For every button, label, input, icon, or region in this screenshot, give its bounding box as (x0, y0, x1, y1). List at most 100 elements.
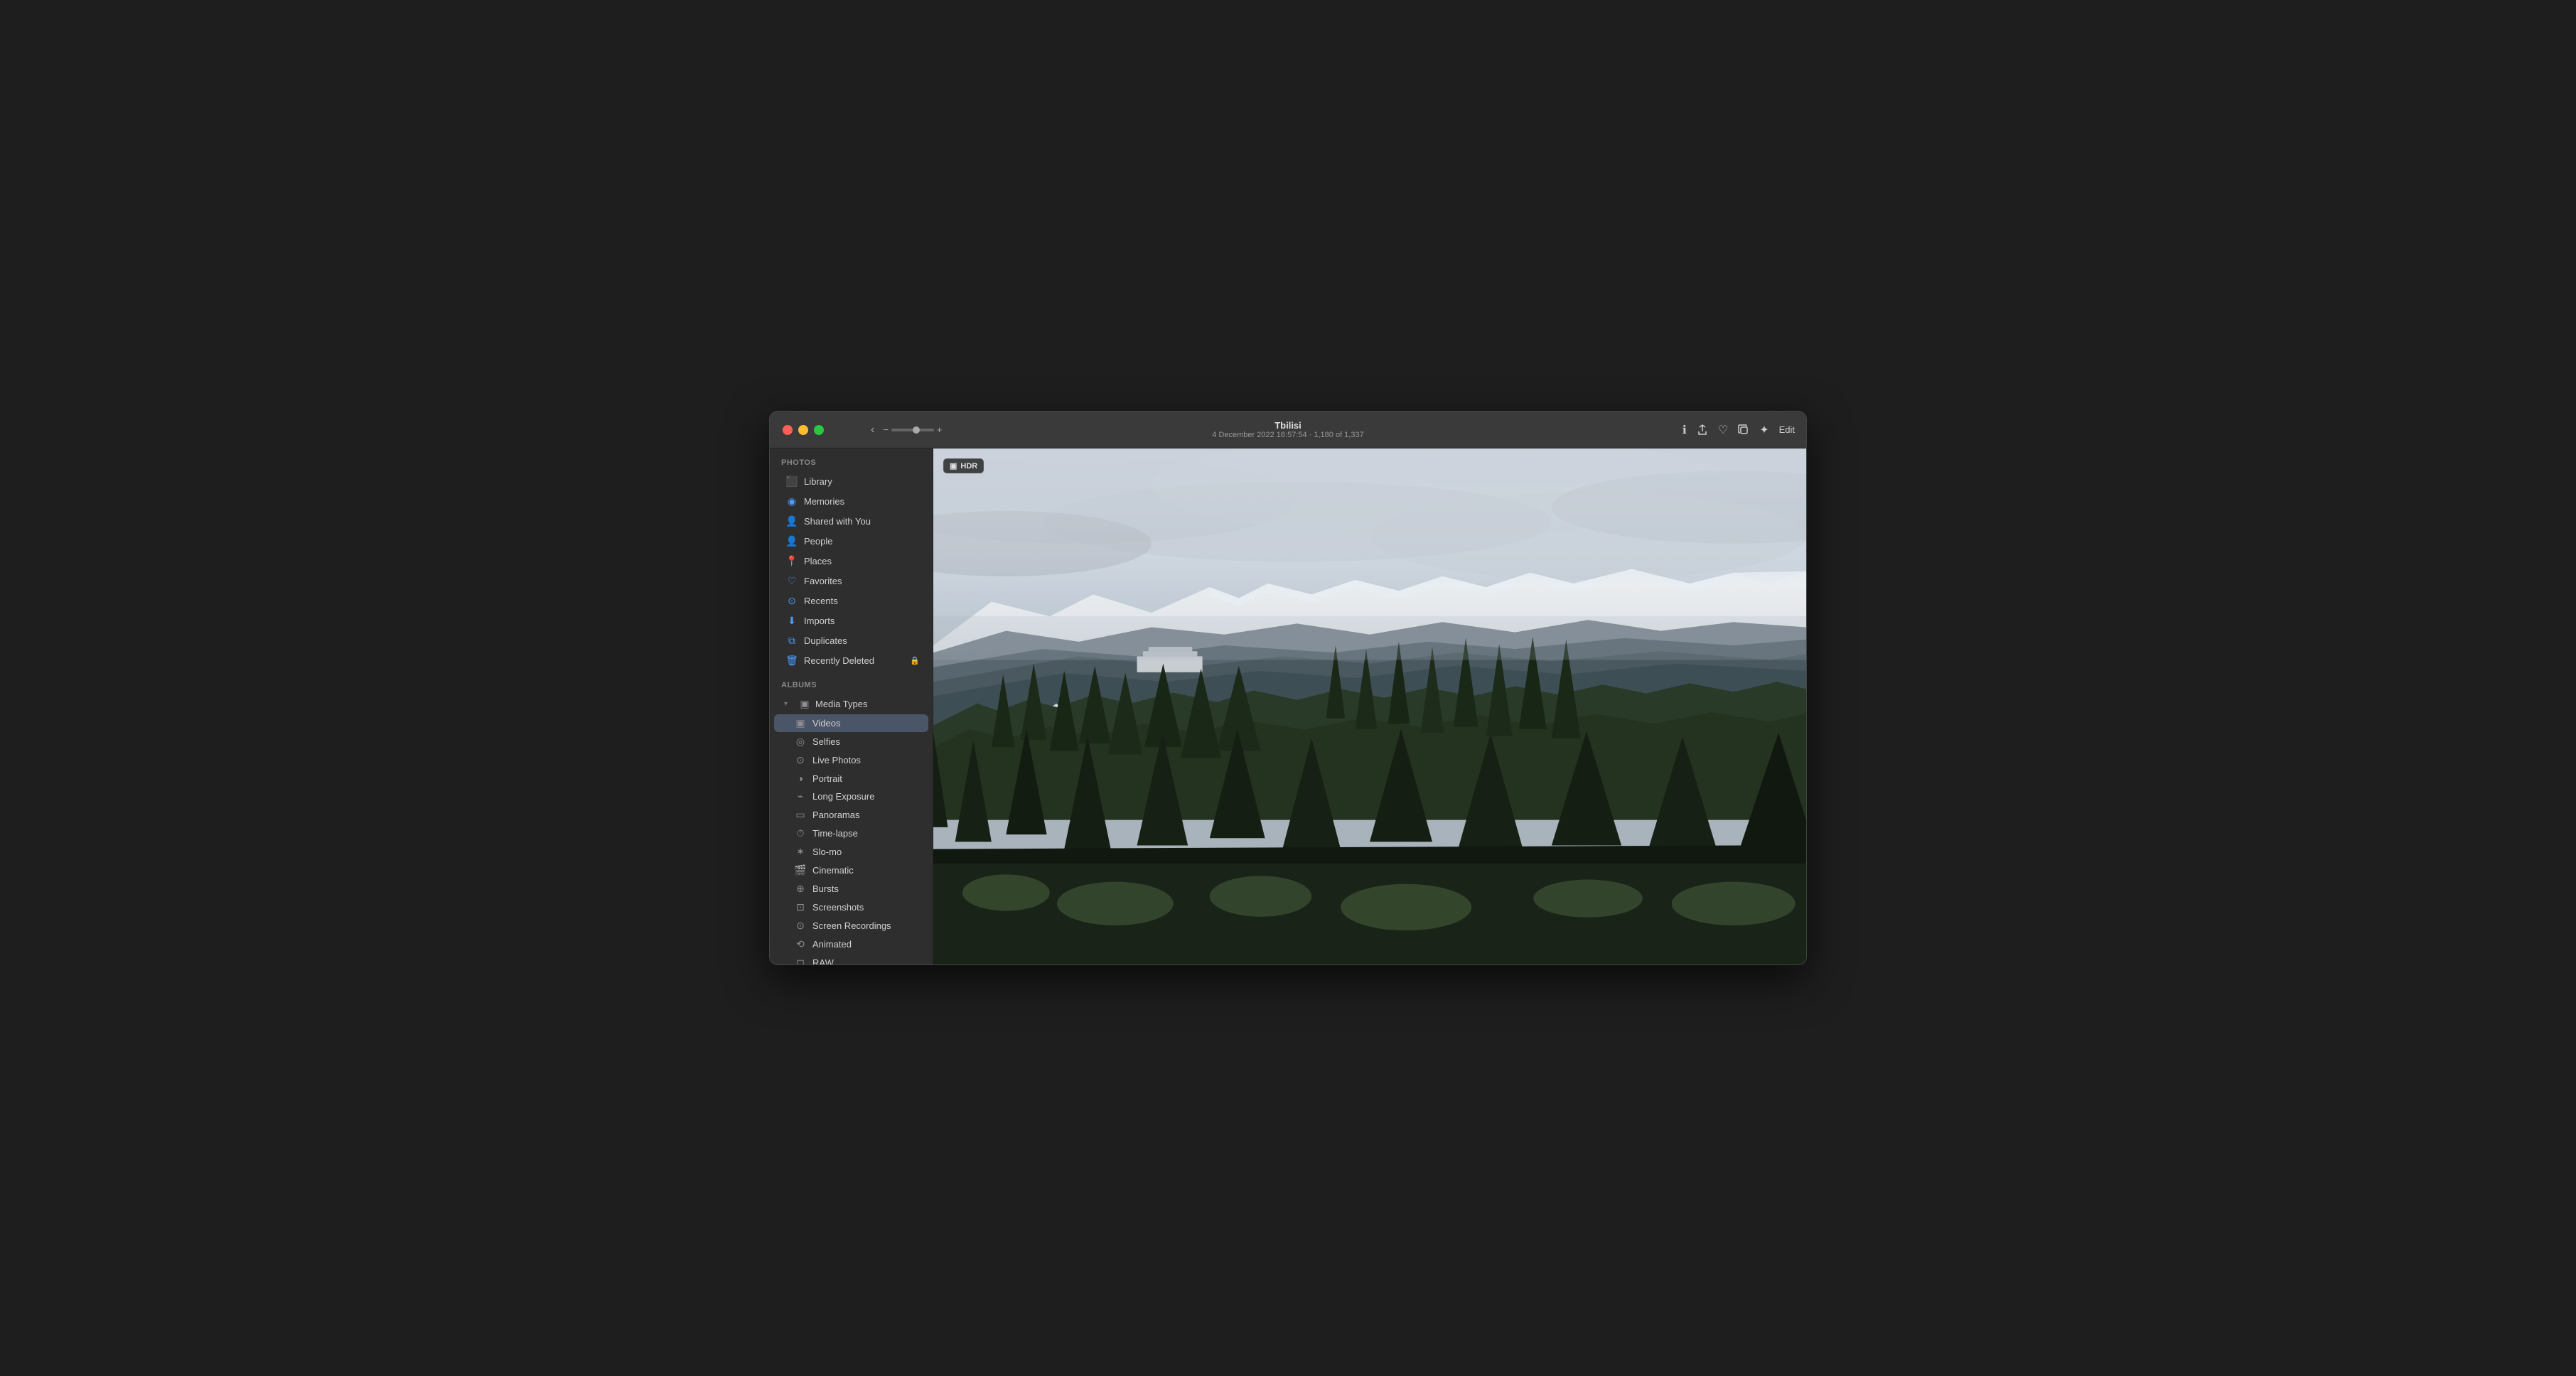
places-icon: 📍 (785, 555, 798, 567)
lock-icon: 🔒 (910, 656, 920, 665)
live-photos-label: Live Photos (812, 755, 861, 765)
trash-icon: 🗑 (785, 655, 798, 667)
sidebar-item-memories[interactable]: ◉ Memories (774, 492, 928, 511)
videos-icon: ▣ (794, 717, 807, 729)
titlebar: ‹ − + Tbilisi 4 December 2022 16:57:54 ·… (770, 412, 1806, 448)
photo-title: Tbilisi (1212, 420, 1363, 431)
hdr-tv-icon: ▣ (950, 461, 957, 471)
bursts-label: Bursts (812, 883, 839, 894)
long-exposure-icon: ⌁ (794, 790, 807, 802)
hdr-badge: ▣ HDR (943, 458, 984, 473)
media-types-label: Media Types (815, 699, 867, 709)
info-icon[interactable]: ℹ (1683, 423, 1687, 437)
hdr-label: HDR (960, 462, 977, 471)
recents-label: Recents (804, 596, 838, 606)
selfies-label: Selfies (812, 736, 840, 747)
magic-wand-icon[interactable]: ✦ (1759, 423, 1769, 437)
sidebar-item-bursts[interactable]: ⊕ Bursts (774, 880, 928, 898)
sidebar-item-slo-mo[interactable]: ✶ Slo-mo (774, 843, 928, 861)
recents-icon: ⊙ (785, 595, 798, 607)
screenshots-icon: ⊡ (794, 901, 807, 913)
sidebar: Photos ⬛ Library ◉ Memories 👤 Shared wit… (770, 448, 933, 964)
sidebar-item-library[interactable]: ⬛ Library (774, 472, 928, 491)
panoramas-icon: ▭ (794, 809, 807, 821)
sidebar-item-long-exposure[interactable]: ⌁ Long Exposure (774, 788, 928, 805)
photos-section-label: Photos (770, 448, 933, 471)
sidebar-item-screenshots[interactable]: ⊡ Screenshots (774, 898, 928, 916)
memories-icon: ◉ (785, 495, 798, 507)
sidebar-item-live-photos[interactable]: ⊙ Live Photos (774, 751, 928, 769)
photo-subtitle: 4 December 2022 16:57:54 · 1,180 of 1,33… (1212, 431, 1363, 439)
slo-mo-label: Slo-mo (812, 846, 842, 857)
time-lapse-icon: ⏱ (794, 827, 807, 839)
cinematic-label: Cinematic (812, 865, 854, 876)
photo-view: ▣ HDR (933, 448, 1806, 964)
screenshots-label: Screenshots (812, 902, 864, 913)
duplicates-icon: ⧉ (785, 635, 798, 647)
sidebar-item-portrait[interactable]: ◑ Portrait (774, 770, 928, 787)
portrait-icon: ◑ (794, 773, 807, 784)
sidebar-item-people[interactable]: 👤 People (774, 532, 928, 551)
edit-button[interactable]: Edit (1779, 424, 1795, 435)
memories-label: Memories (804, 496, 844, 507)
zoom-minus-icon: − (883, 424, 889, 435)
zoom-slider[interactable] (891, 429, 934, 431)
favorites-label: Favorites (804, 576, 842, 586)
close-button[interactable] (783, 425, 793, 435)
shared-with-you-label: Shared with You (804, 516, 871, 527)
sidebar-item-recently-deleted[interactable]: 🗑 Recently Deleted 🔒 (774, 651, 928, 670)
screen-recordings-label: Screen Recordings (812, 920, 891, 931)
recently-deleted-label: Recently Deleted (804, 655, 874, 666)
app-window: ‹ − + Tbilisi 4 December 2022 16:57:54 ·… (769, 411, 1807, 965)
sidebar-item-recents[interactable]: ⊙ Recents (774, 591, 928, 611)
sidebar-item-imports[interactable]: ⬇ Imports (774, 611, 928, 630)
sidebar-item-animated[interactable]: ⟲ Animated (774, 935, 928, 953)
favorites-icon: ♡ (785, 575, 798, 587)
time-lapse-label: Time-lapse (812, 828, 858, 839)
titlebar-actions: ℹ ♡ ✦ Edit (1683, 423, 1806, 437)
shared-icon: 👤 (785, 515, 798, 527)
portrait-label: Portrait (812, 773, 842, 784)
traffic-lights (770, 425, 824, 435)
sidebar-item-time-lapse[interactable]: ⏱ Time-lapse (774, 824, 928, 842)
sidebar-item-panoramas[interactable]: ▭ Panoramas (774, 806, 928, 824)
animated-icon: ⟲ (794, 938, 807, 950)
titlebar-center: Tbilisi 4 December 2022 16:57:54 · 1,180… (1212, 420, 1363, 439)
chevron-icon: ▾ (784, 700, 794, 708)
zoom-plus-icon: + (937, 424, 943, 435)
media-types-icon: ▣ (798, 698, 811, 710)
screen-recordings-icon: ⊙ (794, 920, 807, 932)
places-label: Places (804, 556, 832, 566)
library-label: Library (804, 476, 832, 487)
nav-controls: ‹ − + (824, 421, 943, 439)
panoramas-label: Panoramas (812, 810, 859, 820)
zoom-control: − + (883, 424, 942, 435)
raw-label: RAW (812, 957, 834, 964)
sidebar-item-places[interactable]: 📍 Places (774, 552, 928, 571)
sidebar-item-shared-with-you[interactable]: 👤 Shared with You (774, 512, 928, 531)
sidebar-item-cinematic[interactable]: 🎬 Cinematic (774, 861, 928, 879)
maximize-button[interactable] (814, 425, 824, 435)
sidebar-item-raw[interactable]: ◻ RAW (774, 954, 928, 964)
landscape-photo (933, 448, 1806, 964)
slo-mo-icon: ✶ (794, 846, 807, 858)
sidebar-item-selfies[interactable]: ◎ Selfies (774, 733, 928, 751)
duplicates-label: Duplicates (804, 635, 847, 646)
selfies-icon: ◎ (794, 736, 807, 748)
main-content: ▣ HDR (933, 448, 1806, 964)
sidebar-item-duplicates[interactable]: ⧉ Duplicates (774, 631, 928, 650)
duplicate-icon[interactable] (1738, 424, 1749, 436)
content-area: Photos ⬛ Library ◉ Memories 👤 Shared wit… (770, 448, 1806, 964)
share-icon[interactable] (1697, 424, 1708, 436)
animated-label: Animated (812, 939, 852, 950)
imports-label: Imports (804, 616, 834, 626)
long-exposure-label: Long Exposure (812, 791, 874, 802)
minimize-button[interactable] (798, 425, 808, 435)
sidebar-item-favorites[interactable]: ♡ Favorites (774, 571, 928, 591)
albums-section-label: Albums (770, 671, 933, 694)
sidebar-item-screen-recordings[interactable]: ⊙ Screen Recordings (774, 917, 928, 935)
favorite-icon[interactable]: ♡ (1718, 423, 1728, 437)
back-button[interactable]: ‹ (866, 421, 879, 439)
sidebar-item-videos[interactable]: ▣ Videos (774, 714, 928, 732)
media-types-row[interactable]: ▾ ▣ Media Types (774, 694, 928, 714)
